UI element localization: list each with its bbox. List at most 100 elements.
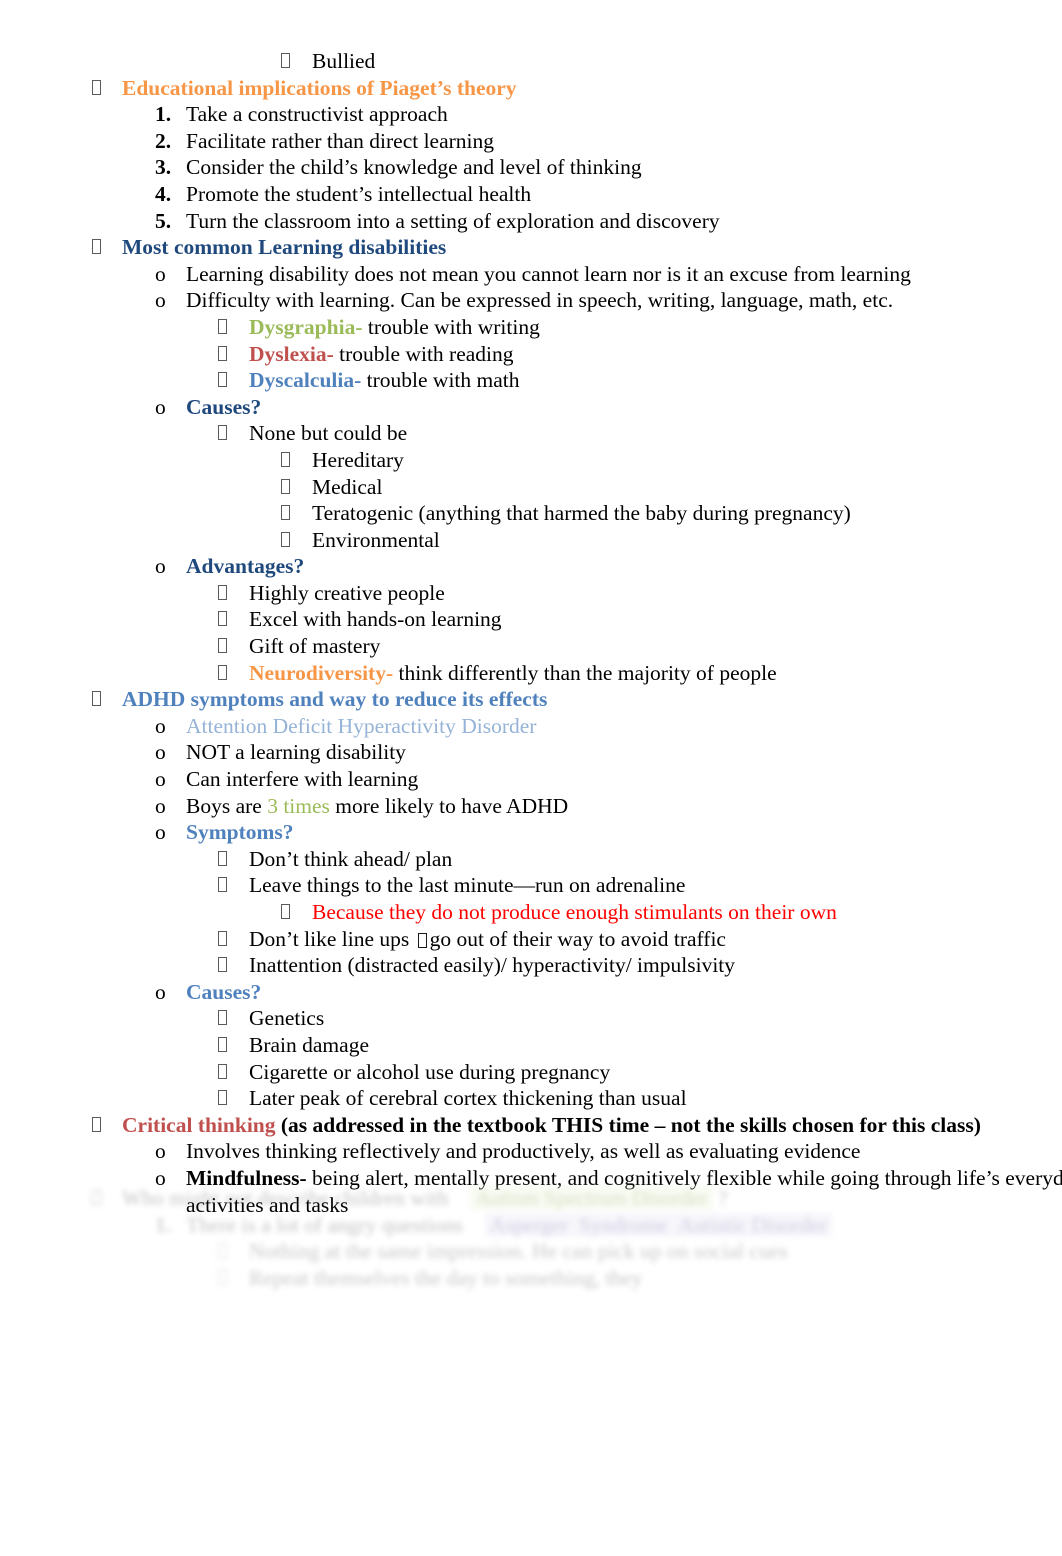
section-heading-label: Critical thinking (as addressed in the t… <box>122 1112 1062 1139</box>
list-item: Medical <box>0 474 1062 501</box>
list-item-adhd-expansion: o Attention Deficit Hyperactivity Disord… <box>0 713 1062 740</box>
list-number: 5. <box>155 208 172 233</box>
highlight-3-times: 3 times <box>267 793 330 818</box>
term-dyslexia: Dyslexia- <box>249 341 334 366</box>
definition-mindfulness: being alert, mentally present, and cogni… <box>186 1165 1062 1217</box>
subheading-label: Causes? <box>186 979 262 1004</box>
list-item-neurodiversity: Neurodiversity- think differently than t… <box>0 660 1062 687</box>
square-bullet-icon <box>281 500 312 527</box>
list-item: o Involves thinking reflectively and pro… <box>0 1138 1062 1165</box>
list-item: Genetics <box>0 1005 1062 1032</box>
list-number: 4. <box>155 181 172 206</box>
term-mindfulness: Mindfulness- <box>186 1165 307 1190</box>
square-bullet-icon <box>281 899 312 926</box>
o-bullet-icon: o <box>155 713 166 738</box>
list-item-dyscalculia: Dyscalculia- trouble with math <box>0 367 1062 394</box>
square-bullet-icon <box>218 1005 249 1032</box>
o-bullet-icon: o <box>155 820 166 845</box>
list-item-label: Cigarette or alcohol use during pregnanc… <box>249 1059 611 1084</box>
list-item: o Learning disability does not mean you … <box>0 261 1062 288</box>
subheading-adhd-causes: o Causes? <box>0 979 1062 1006</box>
definition-dyslexia: trouble with reading <box>333 341 514 366</box>
term-neurodiversity: Neurodiversity- <box>249 660 394 685</box>
list-item-label: Boys are 3 times more likely to have ADH… <box>186 793 1062 820</box>
square-bullet-icon <box>218 606 249 633</box>
list-number: 1. <box>155 102 172 127</box>
o-bullet-icon: o <box>155 1139 166 1164</box>
square-bullet-icon <box>218 926 249 953</box>
square-bullet-icon <box>218 660 249 687</box>
section-heading-piaget: Educational implications of Piaget’s the… <box>0 75 1062 102</box>
square-bullet-icon <box>281 48 312 75</box>
obscured-list-item: Repeat themselves the day to something, … <box>0 1265 1062 1292</box>
subheading-ld-advantages: o Advantages? <box>0 553 1062 580</box>
list-item-dyslexia: Dyslexia- trouble with reading <box>0 341 1062 368</box>
list-item-label: Dyslexia- trouble with reading <box>249 341 1062 368</box>
list-item-label: Brain damage <box>249 1032 369 1057</box>
obscured-list-item: Nothing at the same impression. He can p… <box>0 1238 1062 1265</box>
section-heading-adhd: ADHD symptoms and way to reduce its effe… <box>0 686 1062 713</box>
list-item-label: Excel with hands-on learning <box>249 607 502 632</box>
list-item-label: Because they do not produce enough stimu… <box>312 900 837 924</box>
list-item-label: Involves thinking reflectively and produ… <box>186 1139 861 1164</box>
square-bullet-icon <box>281 474 312 501</box>
document-body: Bullied Educational implications of Piag… <box>0 48 1062 1218</box>
list-item-label: Mindfulness- being alert, mentally prese… <box>186 1165 1062 1218</box>
list-item: Bullied <box>0 48 1062 75</box>
list-item: 5. Turn the classroom into a setting of … <box>0 208 1062 235</box>
list-item-label: Don’t think ahead/ plan <box>249 846 453 871</box>
square-bullet-icon <box>218 1059 249 1086</box>
o-bullet-icon: o <box>155 394 166 419</box>
square-bullet-icon <box>218 1238 249 1265</box>
list-item: Leave things to the last minute—run on a… <box>0 872 1062 899</box>
square-bullet-icon <box>92 75 122 102</box>
list-item-label: Attention Deficit Hyperactivity Disorder <box>186 713 537 738</box>
list-item-label: Promote the student’s intellectual healt… <box>186 181 532 206</box>
list-item-label: Environmental <box>312 527 440 552</box>
list-item-label: Genetics <box>249 1006 325 1031</box>
square-bullet-icon <box>92 686 122 713</box>
list-item-label: Difficulty with learning. Can be express… <box>186 288 894 313</box>
list-number: 3. <box>155 155 172 180</box>
list-item: 1. Take a constructivist approach <box>0 101 1062 128</box>
square-bullet-icon <box>218 633 249 660</box>
square-bullet-icon <box>218 314 249 341</box>
subheading-label: Symptoms? <box>186 820 294 845</box>
o-bullet-icon: o <box>155 554 166 579</box>
list-item-line-ups: Don’t like line ups go out of their way … <box>0 926 1062 953</box>
list-item-label: Later peak of cerebral cortex thickening… <box>249 1086 687 1111</box>
square-bullet-icon <box>218 420 249 447</box>
list-item: 3. Consider the child’s knowledge and le… <box>0 154 1062 181</box>
list-item-label: Neurodiversity- think differently than t… <box>249 660 1062 687</box>
square-bullet-icon <box>218 341 249 368</box>
list-item-label: Take a constructivist approach <box>186 102 448 127</box>
list-item-label: Consider the child’s knowledge and level… <box>186 155 642 180</box>
section-heading-label: Most common Learning disabilities <box>122 235 447 260</box>
square-bullet-icon <box>218 1085 249 1112</box>
list-item: Don’t think ahead/ plan <box>0 846 1062 873</box>
list-item: Gift of mastery <box>0 633 1062 660</box>
line-ups-prefix: Don’t like line ups <box>249 926 415 951</box>
list-item: Cigarette or alcohol use during pregnanc… <box>0 1059 1062 1086</box>
section-heading-learning-disabilities: Most common Learning disabilities <box>0 234 1062 261</box>
square-bullet-icon <box>281 527 312 554</box>
square-bullet-icon <box>218 872 249 899</box>
list-item: Brain damage <box>0 1032 1062 1059</box>
list-item-label: Dysgraphia- trouble with writing <box>249 314 1062 341</box>
subheading-adhd-symptoms: o Symptoms? <box>0 819 1062 846</box>
list-item-label: Don’t like line ups go out of their way … <box>249 926 1062 953</box>
list-item: Hereditary <box>0 447 1062 474</box>
boys-suffix: more likely to have ADHD <box>329 793 569 818</box>
arrow-glyph-box-icon <box>417 932 427 948</box>
square-bullet-icon <box>281 447 312 474</box>
square-bullet-icon <box>92 1112 122 1139</box>
critical-thinking-note: (as addressed in the textbook THIS time … <box>275 1112 981 1137</box>
list-number: 2. <box>155 128 172 153</box>
obscured-text: Nothing at the same impression. He can p… <box>249 1239 788 1264</box>
section-heading-label: ADHD symptoms and way to reduce its effe… <box>122 687 548 712</box>
list-item: Teratogenic (anything that harmed the ba… <box>0 500 1062 527</box>
list-item-label: Hereditary <box>312 447 404 472</box>
obscured-text: Repeat themselves the day to something, … <box>249 1265 643 1290</box>
term-critical-thinking: Critical thinking <box>122 1112 276 1137</box>
definition-dysgraphia: trouble with writing <box>362 314 540 339</box>
